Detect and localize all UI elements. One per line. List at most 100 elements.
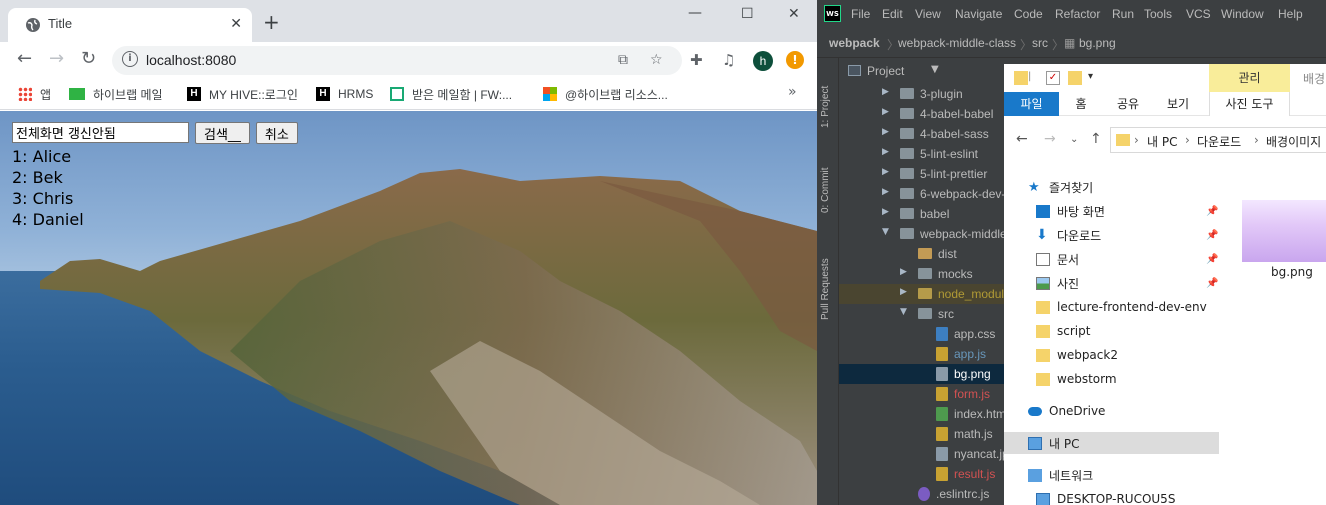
crumb-src[interactable]: src	[1032, 36, 1048, 50]
tree-item-label: index.html	[954, 407, 1009, 421]
media-queue-icon[interactable]: ♫	[722, 52, 735, 68]
path-segment[interactable]: 배경이미지	[1266, 133, 1321, 150]
side-tab-pull-requests[interactable]: Pull Requests	[820, 258, 831, 320]
nav-documents[interactable]: 문서	[1036, 248, 1079, 270]
menu-window[interactable]: Window	[1221, 7, 1264, 21]
pin-icon[interactable]: 📌	[1206, 230, 1218, 241]
translate-icon[interactable]: ⧉	[618, 52, 628, 68]
nav-folder[interactable]: webpack2	[1036, 344, 1118, 366]
apps-grid-icon	[18, 87, 32, 101]
ribbon-tab-file[interactable]: 파일	[1004, 92, 1059, 116]
image-thumbnail[interactable]	[1242, 200, 1326, 262]
bookmark-inbox[interactable]: 받은 메일함 | FW:...	[390, 85, 512, 103]
browser-tab[interactable]: Title ✕	[8, 8, 252, 42]
ribbon-tab-share[interactable]: 공유	[1108, 92, 1148, 116]
manage-tab[interactable]: 관리	[1209, 64, 1290, 92]
path-segment[interactable]: 내 PC	[1147, 133, 1177, 150]
crumb-project[interactable]: webpack	[829, 36, 880, 50]
nav-folder[interactable]: script	[1036, 320, 1090, 342]
ribbon-tab-picture-tools[interactable]: 사진 도구	[1209, 92, 1290, 116]
result-list: 1: Alice 2: Bek 3: Chris 4: Daniel	[12, 146, 84, 230]
nav-computer[interactable]: DESKTOP-RUCOU5S	[1036, 488, 1175, 505]
minimize-icon[interactable]: —	[688, 5, 702, 21]
crumb-folder[interactable]: webpack-middle-class	[898, 36, 1016, 50]
bookmark-resources[interactable]: @하이브랩 리소스...	[543, 85, 668, 103]
bookmark-label: @하이브랩 리소스...	[565, 87, 668, 102]
path-segment[interactable]: 다운로드	[1197, 133, 1241, 150]
bookmark-hive-mail[interactable]: 하이브랩 메일	[69, 85, 163, 103]
close-tab-icon[interactable]: ✕	[230, 16, 242, 32]
tree-item-label: math.js	[954, 427, 993, 441]
menu-vcs[interactable]: VCS	[1186, 7, 1211, 21]
forward-icon[interactable]: →	[49, 49, 64, 69]
computer-icon	[1036, 492, 1050, 505]
info-icon[interactable]: i	[122, 51, 138, 67]
crumb-file[interactable]: bg.png	[1079, 36, 1116, 50]
reload-icon[interactable]: ↻	[81, 49, 96, 69]
crumb-separator: 〉	[1020, 38, 1033, 52]
bookmark-label: HRMS	[338, 87, 374, 101]
project-panel-title[interactable]: Project	[867, 64, 904, 78]
folder-icon	[900, 168, 914, 179]
network-icon	[1028, 468, 1042, 482]
search-button[interactable]: 검색__	[195, 122, 250, 144]
properties-icon[interactable]: ✓	[1046, 71, 1060, 85]
nav-quick-access[interactable]: ★ 즐겨찾기	[1028, 176, 1093, 198]
ide-menu-bar: WS File Edit View Navigate Code Refactor…	[817, 0, 1326, 30]
bookmark-hrms[interactable]: H HRMS	[316, 85, 373, 103]
folder-icon	[1036, 300, 1050, 314]
nav-pictures[interactable]: 사진	[1036, 272, 1079, 294]
search-input[interactable]	[12, 122, 189, 143]
nav-network[interactable]: 네트워크	[1028, 464, 1093, 486]
bookmark-my-hive[interactable]: H MY HIVE::로그인	[187, 85, 298, 103]
bookmark-apps[interactable]: 앱	[18, 85, 51, 103]
chevron-down-icon[interactable]: ▼	[931, 64, 939, 75]
nav-onedrive[interactable]: OneDrive	[1028, 400, 1105, 422]
menu-tools[interactable]: Tools	[1144, 7, 1172, 21]
new-tab-icon[interactable]: +	[263, 12, 280, 32]
forward-icon[interactable]: →	[1044, 131, 1056, 147]
customize-toolbar-icon[interactable]: ▾	[1088, 71, 1102, 85]
update-alert-icon[interactable]: !	[786, 51, 804, 69]
back-icon[interactable]: ←	[1016, 131, 1028, 147]
bookmark-label: MY HIVE::로그인	[209, 87, 298, 102]
up-icon[interactable]: ↑	[1090, 131, 1102, 147]
cancel-button[interactable]: 취소	[255, 122, 298, 144]
menu-run[interactable]: Run	[1112, 7, 1134, 21]
menu-file[interactable]: File	[851, 7, 870, 21]
eslint-file-icon	[918, 487, 930, 501]
pin-icon[interactable]: 📌	[1206, 278, 1218, 289]
menu-refactor[interactable]: Refactor	[1055, 7, 1100, 21]
maximize-icon[interactable]: ☐	[741, 6, 754, 22]
pin-icon[interactable]: 📌	[1206, 254, 1218, 265]
tree-item-label: dist	[938, 247, 957, 261]
nav-downloads[interactable]: ⬇ 다운로드	[1036, 224, 1101, 246]
recent-locations-icon[interactable]: ⌄	[1070, 134, 1078, 145]
menu-code[interactable]: Code	[1014, 7, 1043, 21]
profile-avatar[interactable]: h	[753, 51, 773, 71]
side-tab-project[interactable]: 1: Project	[820, 86, 831, 128]
nav-folder[interactable]: lecture-frontend-dev-env	[1036, 296, 1207, 318]
ribbon-tab-view[interactable]: 보기	[1158, 92, 1198, 116]
nav-desktop[interactable]: 바탕 화면	[1036, 200, 1105, 222]
bookmarks-overflow-icon[interactable]: »	[788, 84, 797, 100]
nav-this-pc[interactable]: 내 PC	[1004, 432, 1219, 454]
address-bar[interactable]: i localhost:8080 ⧉ ☆	[112, 46, 682, 75]
bookmark-star-icon[interactable]: ☆	[650, 52, 663, 68]
folder-icon	[918, 268, 932, 279]
menu-help[interactable]: Help	[1278, 7, 1303, 21]
ribbon-tab-home[interactable]: 홈	[1066, 92, 1096, 116]
window-close-icon[interactable]: ✕	[788, 6, 800, 22]
menu-navigate[interactable]: Navigate	[955, 7, 1002, 21]
nav-folder[interactable]: webstorm	[1036, 368, 1117, 390]
folder-icon[interactable]	[1014, 71, 1028, 85]
new-folder-icon[interactable]	[1068, 71, 1082, 85]
menu-view[interactable]: View	[915, 7, 941, 21]
path-box[interactable]: › 내 PC › 다운로드 › 배경이미지	[1110, 127, 1326, 153]
side-tab-commit[interactable]: 0: Commit	[820, 167, 831, 213]
menu-edit[interactable]: Edit	[882, 7, 903, 21]
back-icon[interactable]: ←	[17, 49, 32, 69]
pin-icon[interactable]: 📌	[1206, 206, 1218, 217]
chevron-right-icon: ›	[1185, 133, 1190, 147]
extensions-icon[interactable]: ✚	[690, 52, 703, 68]
